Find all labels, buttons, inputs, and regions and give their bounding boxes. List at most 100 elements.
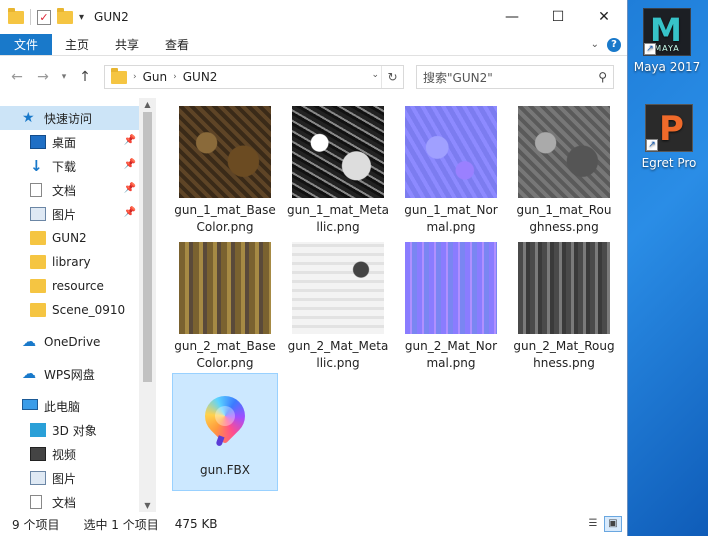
- desktop-icon-maya[interactable]: M MAYA ↗ Maya 2017: [630, 8, 704, 74]
- search-icon: ⚲: [598, 70, 607, 84]
- sidebar-item-wps[interactable]: ☁ WPS网盘: [0, 362, 156, 386]
- address-bar[interactable]: › Gun › GUN2 ⌄ ↻: [104, 65, 404, 89]
- folder-icon: [30, 303, 46, 317]
- tab-home[interactable]: 主页: [52, 34, 102, 55]
- help-icon[interactable]: ?: [607, 37, 621, 52]
- paint-3d-icon: [196, 387, 254, 448]
- desktop-icon-label: Maya 2017: [633, 60, 701, 74]
- folder-icon: [30, 231, 46, 245]
- search-placeholder: 搜索"GUN2": [423, 70, 493, 85]
- sidebar-item-3d-objects[interactable]: 3D 对象: [0, 418, 156, 442]
- scrollbar-thumb[interactable]: [143, 112, 152, 382]
- maya-icon: M MAYA ↗: [643, 8, 691, 56]
- sidebar-item-videos[interactable]: 视频: [0, 442, 156, 466]
- sidebar-item-scene-0910[interactable]: Scene_0910: [0, 298, 156, 322]
- file-item[interactable]: gun_1_mat_Normal.png: [398, 100, 504, 234]
- selected-size: 475 KB: [174, 517, 218, 531]
- picture-icon: [30, 207, 46, 221]
- folder-icon: [8, 7, 24, 24]
- sidebar-item-library[interactable]: library: [0, 250, 156, 274]
- cube-icon: [30, 423, 46, 437]
- title-bar: ✓ ▾ GUN2 — ☐ ✕: [0, 0, 627, 34]
- texture-thumbnail: [518, 242, 610, 334]
- star-icon: ★: [22, 110, 35, 126]
- pin-icon: 📌: [123, 159, 136, 170]
- search-input[interactable]: 搜索"GUN2" ⚲: [416, 65, 614, 89]
- maximize-button[interactable]: ☐: [535, 0, 581, 34]
- document-icon: [30, 495, 42, 509]
- sidebar-item-quick-access[interactable]: ★ 快速访问: [0, 106, 156, 130]
- customize-toolbar-icon[interactable]: ▾: [79, 12, 84, 23]
- explorer-window: ✓ ▾ GUN2 — ☐ ✕ 文件 主页 共享 查看 ⌄ ? ← → ▾ ↑ ›…: [0, 0, 628, 536]
- texture-thumbnail: [292, 106, 384, 198]
- breadcrumb-separator-icon[interactable]: ›: [173, 72, 177, 82]
- large-icons-view-icon[interactable]: ▣: [604, 516, 622, 532]
- sidebar-item-this-pc[interactable]: 此电脑: [0, 394, 156, 418]
- expand-ribbon-icon[interactable]: ⌄: [591, 39, 599, 50]
- status-bar: 9 个项目 选中 1 个项目 475 KB ☰ ▣: [0, 512, 628, 536]
- breadcrumb-gun2[interactable]: GUN2: [183, 70, 218, 84]
- desktop-icon-label: Egret Pro: [641, 156, 697, 170]
- computer-icon: [22, 399, 38, 410]
- breadcrumb-gun[interactable]: Gun: [143, 70, 168, 84]
- folder-icon: [30, 255, 46, 269]
- file-item[interactable]: gun_1_mat_BaseColor.png: [172, 100, 278, 234]
- desktop-icon-egret[interactable]: P ↗ Egret Pro: [632, 104, 706, 170]
- sidebar-item-pc-documents[interactable]: 文档: [0, 490, 156, 512]
- ribbon-tabs: 文件 主页 共享 查看 ⌄ ?: [0, 34, 627, 56]
- sidebar-item-resource[interactable]: resource: [0, 274, 156, 298]
- sidebar-item-downloads[interactable]: ↓ 下载 📌: [0, 154, 156, 178]
- texture-thumbnail: [405, 106, 497, 198]
- file-item[interactable]: gun_2_Mat_Roughness.png: [511, 236, 617, 370]
- sidebar-scrollbar[interactable]: ▲ ▼: [139, 98, 156, 512]
- texture-thumbnail: [518, 106, 610, 198]
- file-item-selected[interactable]: gun.FBX: [172, 373, 278, 491]
- recent-locations-icon[interactable]: ▾: [58, 72, 70, 82]
- tab-file[interactable]: 文件: [0, 34, 53, 55]
- scroll-up-icon[interactable]: ▲: [139, 100, 156, 109]
- tab-view[interactable]: 查看: [152, 34, 202, 55]
- folder-icon: [111, 67, 127, 84]
- file-item[interactable]: gun_2_Mat_Normal.png: [398, 236, 504, 370]
- up-button[interactable]: ↑: [74, 69, 96, 85]
- refresh-icon[interactable]: ↻: [381, 66, 403, 88]
- file-item[interactable]: gun_1_mat_Roughness.png: [511, 100, 617, 234]
- texture-thumbnail: [405, 242, 497, 334]
- navigation-pane: ★ 快速访问 桌面 📌 ↓ 下载 📌 文档 📌 图片 📌 GUN2 librar…: [0, 98, 156, 512]
- forward-button[interactable]: →: [32, 69, 54, 85]
- sidebar-item-pc-pictures[interactable]: 图片: [0, 466, 156, 490]
- scroll-down-icon[interactable]: ▼: [139, 501, 156, 510]
- pin-icon: 📌: [123, 207, 136, 218]
- sidebar-item-pictures[interactable]: 图片 📌: [0, 202, 156, 226]
- close-button[interactable]: ✕: [581, 0, 627, 34]
- shortcut-arrow-icon: ↗: [644, 43, 656, 55]
- download-icon: ↓: [30, 157, 43, 175]
- back-button[interactable]: ←: [6, 69, 28, 85]
- texture-thumbnail: [179, 242, 271, 334]
- shortcut-arrow-icon: ↗: [646, 139, 658, 151]
- sidebar-item-documents[interactable]: 文档 📌: [0, 178, 156, 202]
- tab-share[interactable]: 共享: [102, 34, 152, 55]
- sidebar-item-onedrive[interactable]: ☁ OneDrive: [0, 330, 156, 354]
- item-count: 9 个项目: [12, 517, 60, 532]
- file-item[interactable]: gun_2_mat_BaseColor.png: [172, 236, 278, 370]
- file-list: gun_1_mat_BaseColor.png gun_1_mat_Metall…: [160, 98, 626, 512]
- sidebar-item-desktop[interactable]: 桌面 📌: [0, 130, 156, 154]
- selected-count: 选中 1 个项目: [83, 517, 159, 532]
- window-title: GUN2: [94, 10, 129, 24]
- file-item[interactable]: gun_2_Mat_Metallic.png: [285, 236, 391, 370]
- breadcrumb-separator-icon[interactable]: ›: [133, 72, 137, 82]
- pin-icon: 📌: [123, 183, 136, 194]
- details-view-icon[interactable]: ☰: [584, 516, 602, 532]
- quick-access-toolbar: ✓ ▾: [0, 7, 84, 25]
- minimize-button[interactable]: —: [489, 0, 535, 34]
- new-folder-icon[interactable]: [57, 7, 73, 24]
- picture-icon: [30, 471, 46, 485]
- cloud-icon: ☁: [22, 334, 36, 350]
- sidebar-item-gun2[interactable]: GUN2: [0, 226, 156, 250]
- address-dropdown-icon[interactable]: ⌄: [371, 70, 379, 80]
- file-item[interactable]: gun_1_mat_Metallic.png: [285, 100, 391, 234]
- desktop-icon: [30, 135, 46, 149]
- properties-icon[interactable]: ✓: [37, 9, 51, 25]
- egret-icon: P ↗: [645, 104, 693, 152]
